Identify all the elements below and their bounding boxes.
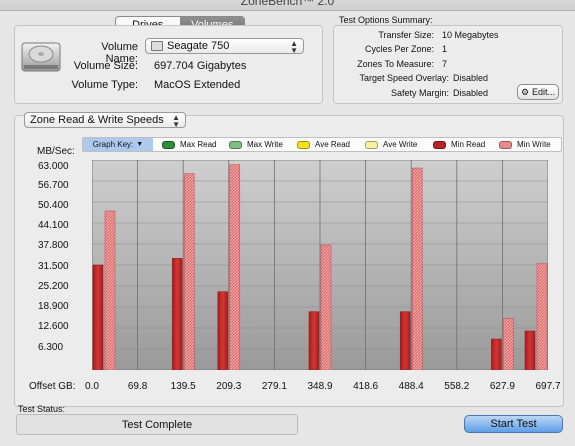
y-tick-label: 50.400 — [38, 200, 69, 211]
max-read-swatch — [162, 140, 175, 149]
graph-key-bar: Graph Key: ▼ Max Read Max Write Ave Read… — [82, 137, 562, 152]
chevron-down-icon: ▼ — [136, 141, 144, 148]
bar-min-write — [104, 210, 116, 371]
x-tick-label: 209.3 — [216, 381, 242, 392]
start-test-button[interactable]: Start Test — [464, 415, 563, 433]
popup-arrows-icon: ▲ ▼ — [290, 39, 298, 55]
volume-icon — [151, 41, 163, 51]
key-item-min-write: Min Write — [499, 140, 551, 149]
min-read-swatch — [433, 140, 446, 149]
x-tick-label: 627.9 — [489, 381, 515, 392]
bar-min-write — [229, 164, 241, 371]
max-write-swatch — [229, 140, 242, 149]
key-label: Ave Read — [315, 140, 350, 149]
zone-speed-chart — [91, 159, 549, 371]
bar-min-read — [399, 311, 411, 371]
volume-size-value: 697.704 Gigabytes — [154, 60, 247, 72]
bar-min-read — [524, 330, 536, 371]
test-status-field: Test Complete — [16, 414, 298, 435]
chart-plot-area — [91, 159, 549, 371]
x-tick-label: 488.4 — [398, 381, 424, 392]
y-tick-label: 63.000 — [38, 161, 69, 172]
hard-drive-icon — [20, 40, 64, 74]
x-tick-label: 279.1 — [261, 381, 287, 392]
volume-type-label: Volume Type: — [71, 79, 138, 91]
key-label: Max Write — [247, 140, 283, 149]
key-item-ave-read: Ave Read — [297, 140, 350, 149]
graph-type-select[interactable]: Zone Read & Write Speeds ▲ ▼ — [24, 112, 186, 129]
x-axis-label: Offset GB: — [29, 381, 76, 392]
safety-margin-value: Disabled — [453, 88, 489, 98]
bar-min-write — [320, 244, 332, 371]
options-title: Test Options Summary: — [339, 15, 433, 25]
key-label: Ave Write — [383, 140, 418, 149]
graph-type-value: Zone Read & Write Speeds — [30, 114, 164, 126]
ave-read-swatch — [297, 140, 310, 149]
start-test-label: Start Test — [490, 418, 537, 430]
x-tick-label: 348.9 — [307, 381, 333, 392]
x-tick-label: 0.0 — [85, 381, 99, 392]
y-tick-label: 25.200 — [38, 281, 69, 292]
bar-min-read — [217, 291, 229, 371]
x-tick-label: 69.8 — [127, 381, 148, 392]
volume-name-value: Seagate 750 — [167, 40, 230, 52]
target-speed-overlay-value: Disabled — [453, 73, 489, 83]
key-item-max-read: Max Read — [162, 140, 216, 149]
bar-min-write — [536, 263, 548, 371]
popup-arrows-icon: ▲ ▼ — [172, 113, 180, 129]
target-speed-overlay-label: Target Speed Overlay: — [359, 73, 449, 83]
volume-type-value: MacOS Extended — [154, 79, 241, 91]
graph-key-button[interactable]: Graph Key: ▼ — [83, 138, 153, 151]
edit-button-label: Edit... — [532, 87, 556, 97]
bar-min-write — [411, 167, 423, 371]
y-tick-label: 18.900 — [38, 301, 69, 312]
min-write-swatch — [499, 140, 512, 149]
test-status-label: Test Status: — [18, 404, 66, 414]
transfer-size-label: Transfer Size: — [378, 30, 434, 40]
bar-min-read — [92, 264, 104, 371]
cycles-per-zone-label: Cycles Per Zone: — [364, 44, 434, 54]
key-item-ave-write: Ave Write — [365, 140, 417, 149]
bar-min-write — [183, 173, 195, 371]
x-tick-label: 697.7 — [535, 381, 561, 392]
zones-to-measure-value: 7 — [442, 59, 448, 69]
bar-min-read — [491, 338, 502, 371]
transfer-size-value: 10 Megabytes — [442, 30, 499, 40]
x-tick-label: 418.6 — [353, 381, 379, 392]
zones-to-measure-label: Zones To Measure: — [357, 59, 434, 69]
volume-name-select[interactable]: Seagate 750 ▲ ▼ — [145, 38, 304, 55]
y-tick-label: 31.500 — [38, 261, 69, 272]
graph-key-label: Graph Key: — [92, 140, 134, 149]
bar-min-read — [308, 311, 320, 371]
test-status-value: Test Complete — [121, 418, 193, 431]
y-tick-label: 12.600 — [38, 321, 69, 332]
safety-margin-label: Safety Margin: — [390, 88, 449, 98]
ave-write-swatch — [365, 140, 378, 149]
x-tick-label: 139.5 — [170, 381, 196, 392]
gear-icon: ⚙ — [520, 86, 530, 97]
edit-button[interactable]: ⚙ Edit... — [517, 84, 559, 100]
x-tick-label: 558.2 — [444, 381, 470, 392]
volume-size-label: Volume Size: — [73, 60, 138, 72]
key-item-max-write: Max Write — [229, 140, 283, 149]
cycles-per-zone-value: 1 — [442, 44, 448, 54]
key-item-min-read: Min Read — [433, 140, 485, 149]
title-bar: ZoneBench™ 2.0 — [0, 0, 575, 11]
y-tick-label: 6.300 — [38, 342, 64, 353]
bar-min-write — [503, 318, 514, 371]
y-tick-label: 56.700 — [38, 180, 69, 191]
key-label: Max Read — [180, 140, 217, 149]
bar-min-read — [171, 258, 183, 371]
window-title: ZoneBench™ 2.0 — [240, 0, 335, 8]
y-tick-label: 44.100 — [38, 220, 69, 231]
key-label: Min Read — [451, 140, 486, 149]
y-tick-label: 37.800 — [38, 240, 69, 251]
key-label: Min Write — [517, 140, 551, 149]
y-axis-label: MB/Sec: — [37, 146, 75, 157]
